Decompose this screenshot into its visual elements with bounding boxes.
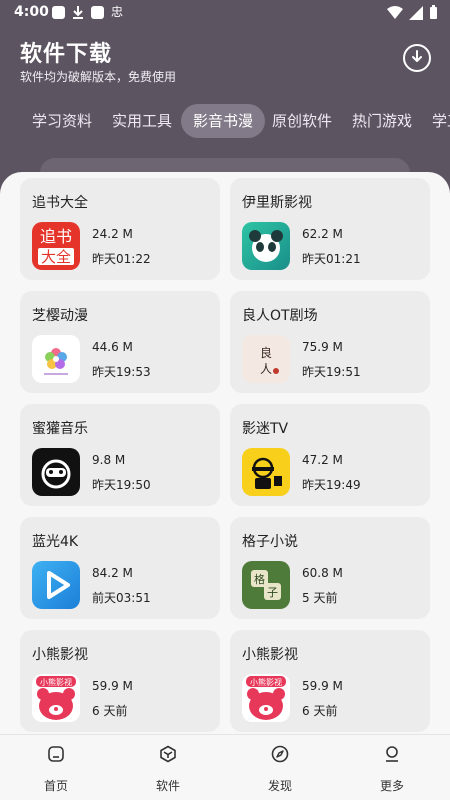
page-header: 软件下载 软件均为破解版本，免费使用: [0, 26, 450, 101]
svg-text:小熊影视: 小熊影视: [250, 677, 282, 687]
app-size: 59.9 M: [302, 679, 343, 693]
page-subtitle: 软件均为破解版本，免费使用: [20, 70, 177, 84]
cube-icon: [160, 745, 176, 763]
battery-icon: [430, 5, 437, 19]
download-notification-icon: [73, 6, 83, 19]
app-time: 昨天19:49: [302, 478, 361, 492]
svg-text:小熊影视: 小熊影视: [40, 677, 72, 687]
app-name: 小熊影视: [242, 647, 298, 663]
tab-media[interactable]: 影音书漫: [181, 104, 266, 138]
bear-app-icon: 小熊影视: [242, 674, 290, 722]
app-size: 24.2 M: [92, 227, 133, 241]
nav-more[interactable]: 更多: [336, 735, 448, 800]
liangren-app-icon: 良 人: [242, 335, 290, 383]
download-button[interactable]: [403, 44, 431, 72]
app-name: 格子小说: [242, 534, 298, 550]
zhuishu-app-icon: 追书 大全: [32, 222, 80, 270]
app-card-xiaoxiong-1[interactable]: 小熊影视 小熊影视 59.9 M 6 天前: [20, 630, 220, 732]
app-time: 5 天前: [302, 591, 338, 605]
wifi-icon: [387, 5, 403, 19]
app-card-languang[interactable]: 蓝光4K 84.2 M 前天03:51: [20, 517, 220, 619]
nav-label: 更多: [379, 779, 404, 793]
yingmi-tv-app-icon: [242, 448, 290, 496]
person-icon: [386, 746, 398, 762]
app-card-mihuan[interactable]: 蜜獾音乐 9.8 M 昨天19:50: [20, 404, 220, 506]
app-time: 昨天19:53: [92, 365, 151, 379]
tab-study-2[interactable]: 学工: [420, 104, 450, 138]
app-size: 47.2 M: [302, 453, 343, 467]
music-app-icon: [32, 448, 80, 496]
app-time: 昨天01:22: [92, 252, 151, 266]
app-time: 昨天19:50: [92, 478, 151, 492]
app-size: 60.8 M: [302, 566, 343, 580]
tab-study[interactable]: 学习资料: [20, 104, 104, 138]
app-time: 6 天前: [92, 704, 128, 718]
nav-label: 发现: [267, 779, 292, 793]
svg-text:大全: 大全: [41, 248, 71, 266]
status-bar: 4:00 忠: [0, 0, 450, 26]
app-name: 影迷TV: [242, 421, 289, 437]
app-name: 蜜獾音乐: [32, 421, 88, 437]
app-size: 62.2 M: [302, 227, 343, 241]
a-notification-icon: [91, 5, 104, 19]
svg-text:良: 良: [260, 345, 272, 360]
app-name: 蓝光4K: [32, 534, 79, 550]
bottom-nav: 首页 软件 发现 更多: [0, 734, 450, 800]
app-card-yilisi[interactable]: 伊里斯影视 62.2 M 昨天01:21: [230, 178, 430, 280]
category-tabs: 学习资料 实用工具 影音书漫 原创软件 热门游戏 学工: [0, 102, 450, 142]
app-size: 59.9 M: [92, 679, 133, 693]
misc-notification-icon: 忠: [111, 5, 124, 19]
download-icon: [412, 50, 422, 62]
app-time: 6 天前: [302, 704, 338, 718]
nav-discover[interactable]: 发现: [224, 735, 336, 800]
svg-text:追书: 追书: [40, 227, 72, 246]
svg-text:子: 子: [267, 586, 278, 599]
app-notification-icon: [52, 5, 65, 19]
app-name: 芝樱动漫: [32, 308, 88, 324]
panda-app-icon: [242, 222, 290, 270]
app-card-yingmi[interactable]: 影迷TV 47.2 M 昨天19:49: [230, 404, 430, 506]
bear-app-icon: 小熊影视: [32, 674, 80, 722]
app-name: 小熊影视: [32, 647, 88, 663]
status-time: 4:00: [14, 4, 49, 20]
app-card-gezi[interactable]: 格子小说 格 子 60.8 M 5 天前: [230, 517, 430, 619]
flower-app-icon: [32, 335, 80, 383]
compass-icon: [271, 745, 289, 763]
app-size: 84.2 M: [92, 566, 133, 580]
app-size: 44.6 M: [92, 340, 133, 354]
app-card-zhiying[interactable]: 芝樱动漫 44.6 M 昨天19:53: [20, 291, 220, 393]
gezi-app-icon: 格 子: [242, 561, 290, 609]
svg-text:人: 人: [260, 362, 272, 376]
app-card-xiaoxiong-2[interactable]: 小熊影视 小熊影视 59.9 M 6 天前: [230, 630, 430, 732]
app-size: 75.9 M: [302, 340, 343, 354]
nav-label: 软件: [155, 779, 180, 793]
app-time: 前天03:51: [92, 591, 151, 605]
nav-label: 首页: [43, 779, 68, 793]
app-name: 伊里斯影视: [242, 195, 312, 211]
app-time: 昨天19:51: [302, 365, 361, 379]
home-icon: [48, 746, 64, 762]
page-title: 软件下载: [20, 42, 113, 67]
nav-home[interactable]: 首页: [0, 735, 112, 800]
app-time: 昨天01:21: [302, 252, 361, 266]
app-card-liangren[interactable]: 良人OT剧场 良 人 75.9 M 昨天19:51: [230, 291, 430, 393]
notification-icons: 忠: [52, 5, 123, 19]
tab-games[interactable]: 热门游戏: [340, 104, 424, 138]
tab-original[interactable]: 原创软件: [260, 104, 344, 138]
app-list: 追书大全 追书 大全 24.2 M 昨天01:22 伊里斯影视 62.2 M 昨…: [0, 172, 450, 800]
app-name: 良人OT剧场: [242, 308, 318, 324]
app-card-zhuishu[interactable]: 追书大全 追书 大全 24.2 M 昨天01:22: [20, 178, 220, 280]
app-name: 追书大全: [32, 195, 88, 211]
play-app-icon: [32, 561, 80, 609]
tab-tools[interactable]: 实用工具: [100, 104, 184, 138]
signal-icon: [409, 5, 423, 20]
svg-text:格: 格: [254, 572, 265, 586]
app-size: 9.8 M: [92, 453, 126, 467]
nav-software[interactable]: 软件: [112, 735, 224, 800]
